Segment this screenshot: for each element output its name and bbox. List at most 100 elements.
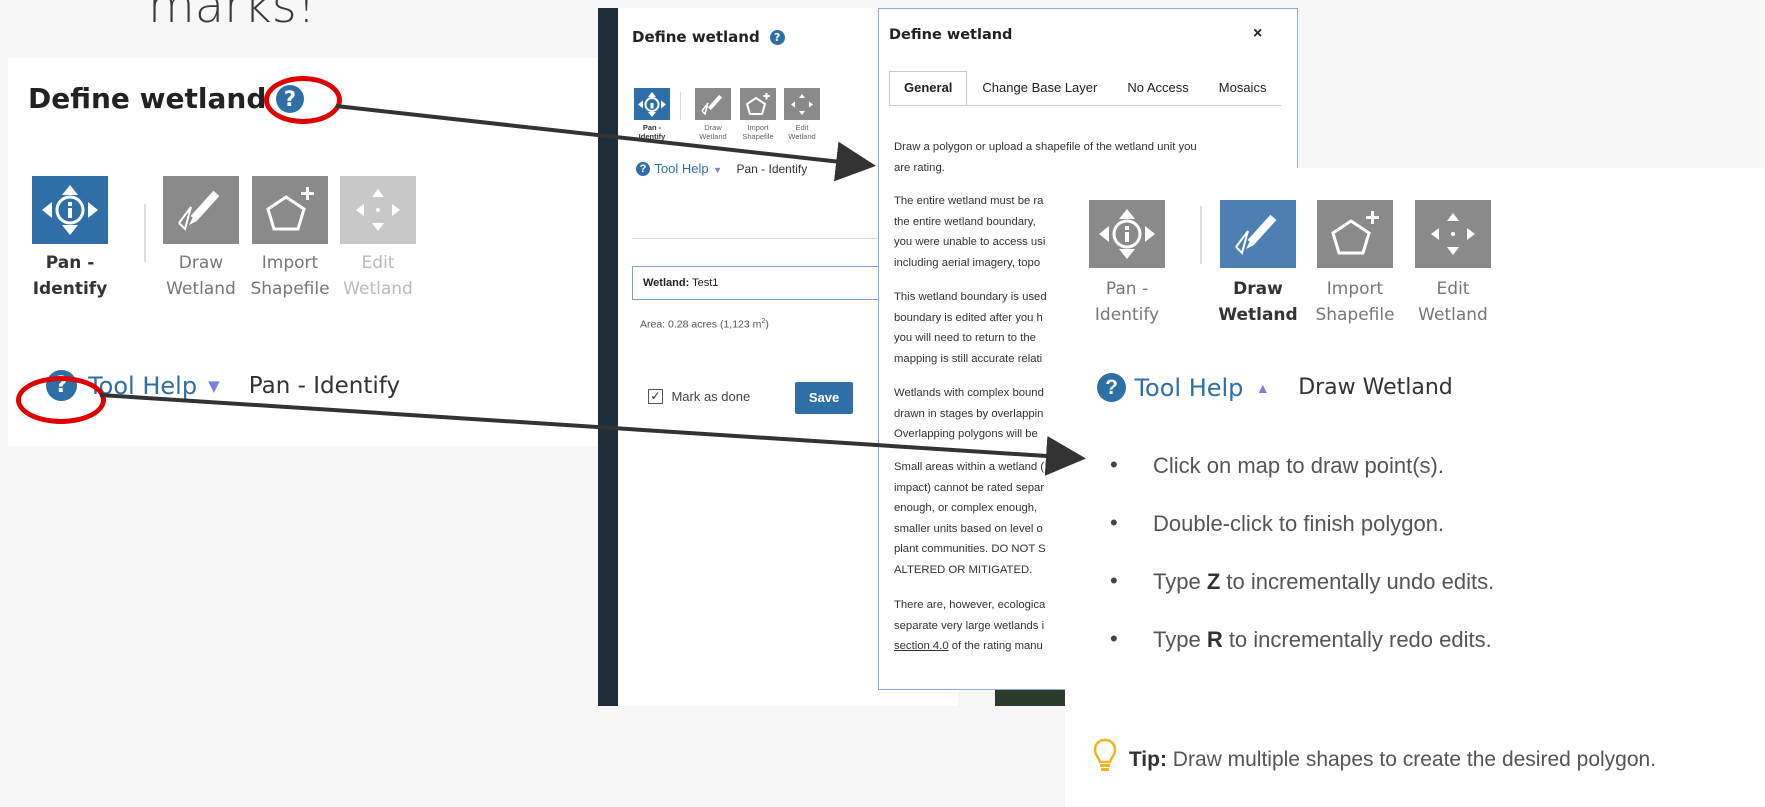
tool-import-shapefile[interactable]: Import Shapefile	[1313, 200, 1397, 328]
list-item: Click on map to draw point(s).	[1110, 452, 1494, 511]
section-link[interactable]: section 4.0	[894, 640, 949, 652]
tool-label: Pan -	[642, 123, 662, 132]
area-close: )	[765, 318, 769, 331]
import-shapefile-icon	[1317, 200, 1393, 268]
caret-up-icon[interactable]: ▲	[1256, 380, 1270, 396]
tool-help-link[interactable]: Tool Help	[1134, 374, 1243, 402]
instruction-key: Z	[1206, 569, 1221, 594]
tool-label: Identify	[638, 132, 666, 141]
instruction-text: to incrementally undo edits.	[1220, 569, 1495, 594]
tab-mosaics[interactable]: Mosaics	[1204, 71, 1282, 105]
paragraph-line: Draw a polygon or upload a shapefile of …	[894, 141, 1197, 153]
mark-as-done-checkbox[interactable]: ✓	[648, 389, 663, 405]
instruction-text: Click on map to draw point(s).	[1153, 453, 1444, 478]
instruction-text: Type	[1153, 627, 1207, 652]
list-item: Type R to incrementally redo edits.	[1110, 626, 1494, 685]
instruction-key: R	[1206, 627, 1223, 652]
tool-label: Edit	[361, 253, 395, 273]
toolbar-divider	[144, 204, 146, 262]
tool-label: Edit	[795, 123, 809, 132]
tip-row: Tip: Draw multiple shapes to create the …	[1093, 738, 1656, 774]
current-tool-label: Pan - Identify	[248, 372, 401, 399]
dialog-tabs: General Change Base Layer No Access Mosa…	[889, 71, 1282, 106]
tool-label: Edit	[1436, 279, 1470, 299]
draw-wetland-icon	[163, 176, 239, 244]
instruction-text: to incrementally redo edits.	[1222, 627, 1492, 652]
import-shapefile-icon	[252, 176, 328, 244]
area-readout: Area: 0.28 acres (1,123 m2)	[640, 318, 769, 331]
instruction-text: Type	[1153, 569, 1207, 594]
tool-label: Wetland	[166, 279, 236, 299]
tool-label: Identify	[1094, 305, 1160, 325]
pan-identify-icon	[1089, 200, 1165, 268]
close-icon[interactable]: ×	[1253, 25, 1262, 43]
tool-help-link[interactable]: Tool Help	[654, 161, 708, 176]
map-view-strip	[995, 690, 1075, 706]
tip-label: Tip:	[1128, 748, 1167, 771]
edit-wetland-icon	[1415, 200, 1491, 268]
mark-as-done-label: Mark as done	[671, 389, 751, 405]
tool-help-row: ? Tool Help ▼ Pan - Identify	[636, 160, 807, 178]
wetland-field-value: Test1	[692, 277, 719, 289]
pan-identify-icon	[634, 88, 670, 120]
area-text: Area: 0.28 acres (1,123 m	[640, 318, 762, 331]
slide-heading: marks!	[148, 0, 316, 34]
tool-import-shapefile[interactable]: Import Shapefile	[736, 88, 780, 141]
caret-down-icon[interactable]: ▼	[208, 377, 220, 395]
lightbulb-icon	[1093, 738, 1117, 771]
tool-draw-wetland[interactable]: Draw Wetland	[157, 176, 245, 302]
tool-label: Identify	[32, 279, 108, 299]
tool-edit-wetland[interactable]: Edit Wetland	[1411, 200, 1495, 328]
annotation-circle	[264, 76, 342, 124]
tool-label: Import	[747, 123, 769, 132]
tool-label: Draw	[1233, 279, 1283, 299]
instruction-text: Double-click to finish polygon.	[1153, 511, 1445, 536]
tool-label: Shapefile	[742, 132, 774, 141]
tool-pan-identify[interactable]: Pan - Identify	[630, 88, 674, 141]
tool-label: Draw	[704, 123, 722, 132]
tool-label: Pan -	[1105, 279, 1149, 299]
dialog-title: Define wetland	[889, 27, 1013, 43]
annotation-circle	[16, 376, 106, 424]
tool-draw-wetland[interactable]: Draw Wetland	[1216, 200, 1300, 328]
tool-import-shapefile[interactable]: Import Shapefile	[246, 176, 334, 302]
save-button[interactable]: Save	[795, 382, 853, 414]
edit-wetland-icon	[784, 88, 820, 120]
panel-title-text: Define wetland	[632, 28, 760, 46]
paragraph-line: of the rating manu	[948, 640, 1043, 652]
tab-general[interactable]: General	[889, 71, 968, 105]
pan-identify-icon	[32, 176, 108, 244]
help-icon[interactable]: ?	[1097, 373, 1126, 402]
tab-change-base-layer[interactable]: Change Base Layer	[967, 71, 1112, 105]
help-icon[interactable]: ?	[636, 162, 650, 176]
tool-label: Wetland	[788, 132, 816, 141]
tool-label: Draw	[178, 253, 224, 273]
toolbar-divider	[1200, 206, 1202, 264]
tool-label: Wetland	[1418, 305, 1488, 325]
draw-wetland-icon	[695, 88, 731, 120]
tool-edit-wetland[interactable]: Edit Wetland	[780, 88, 824, 141]
tool-label: Shapefile	[1315, 305, 1395, 325]
tool-draw-wetland[interactable]: Draw Wetland	[691, 88, 735, 141]
tip-text: Draw multiple shapes to create the desir…	[1166, 748, 1657, 771]
tool-instructions-list: Click on map to draw point(s). Double-cl…	[1110, 452, 1495, 685]
list-item: Type Z to incrementally undo edits.	[1110, 568, 1495, 627]
draw-wetland-icon	[1220, 200, 1296, 268]
panel-title: Define wetland?	[632, 28, 785, 46]
tool-label: Import	[1326, 279, 1384, 299]
tool-label: Wetland	[343, 279, 413, 299]
tool-label: Import	[261, 253, 319, 273]
edit-wetland-icon	[340, 176, 416, 244]
caret-down-icon[interactable]: ▼	[713, 165, 722, 175]
tool-edit-wetland[interactable]: Edit Wetland	[334, 176, 422, 302]
mark-as-done-row[interactable]: ✓ Mark as done	[648, 388, 750, 406]
tool-pan-identify[interactable]: Pan - Identify	[1085, 200, 1169, 328]
tool-pan-identify[interactable]: Pan - Identify	[26, 176, 114, 302]
app-sidebar	[598, 8, 618, 706]
import-shapefile-icon	[740, 88, 776, 120]
help-icon[interactable]: ?	[769, 30, 785, 45]
left-zoom-panel: Define wetland ? Pan - Identify Draw Wet…	[8, 58, 598, 446]
tab-no-access[interactable]: No Access	[1112, 71, 1203, 105]
right-zoom-panel: Pan - Identify Draw Wetland Import Shape…	[1065, 168, 1765, 807]
tool-label: Shapefile	[250, 279, 330, 299]
